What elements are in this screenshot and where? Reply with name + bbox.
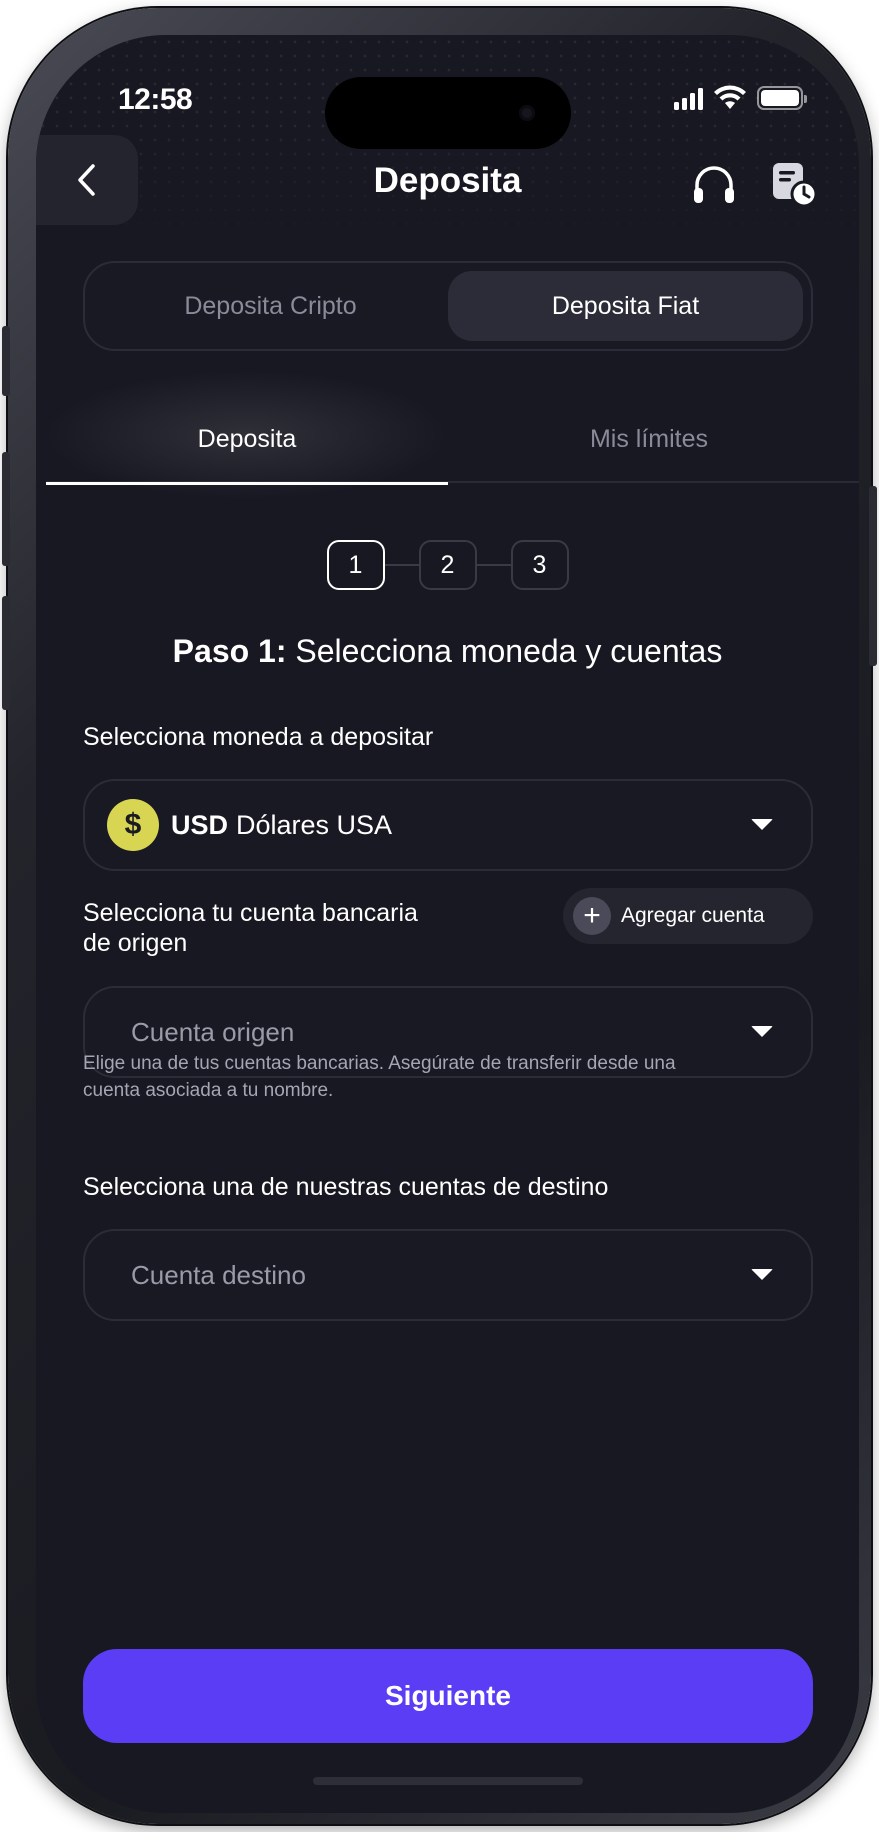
caret-down-icon	[751, 1026, 773, 1037]
destination-account-placeholder: Cuenta destino	[131, 1259, 306, 1290]
wifi-icon	[714, 85, 746, 109]
origin-account-label-line1: Selecciona tu cuenta bancaria	[83, 899, 418, 927]
caret-down-icon	[751, 819, 773, 830]
tab-bar: Deposita Mis límites	[36, 365, 859, 505]
side-button-mute	[2, 326, 10, 396]
step-title: Paso 1: Selecciona moneda y cuentas	[36, 633, 859, 670]
segment-deposita-fiat[interactable]: Deposita Fiat	[448, 271, 803, 341]
dollar-coin-icon: $	[107, 799, 159, 851]
next-button[interactable]: Siguiente	[83, 1649, 813, 1743]
document-clock-icon[interactable]	[771, 161, 817, 207]
deposit-type-segmented-control: Deposita Cripto Deposita Fiat	[83, 261, 813, 351]
destination-account-select[interactable]: Cuenta destino	[83, 1229, 813, 1321]
add-account-label: Agregar cuenta	[621, 904, 765, 927]
battery-icon	[757, 86, 807, 110]
tab-mis-limites[interactable]: Mis límites	[448, 395, 850, 483]
step-1: 1	[326, 540, 385, 590]
segment-deposita-cripto[interactable]: Deposita Cripto	[93, 271, 448, 341]
help-line-2: cuenta asociada a tu nombre.	[83, 1080, 334, 1101]
step-connector	[384, 564, 419, 566]
status-time: 12:58	[118, 83, 193, 116]
app-screen: 12:58 Deposita Deposita Cripto Deposita …	[36, 35, 859, 1813]
currency-label: Selecciona moneda a depositar	[83, 723, 434, 751]
progress-stepper: 1 2 3	[36, 540, 859, 590]
side-button-volume-up	[2, 452, 10, 566]
currency-select[interactable]: $ USD Dólares USA	[83, 779, 813, 871]
destination-account-label: Selecciona una de nuestras cuentas de de…	[83, 1173, 609, 1201]
caret-down-icon	[751, 1269, 773, 1280]
currency-code: USD	[171, 809, 229, 840]
tab-deposita-label: Deposita	[197, 424, 297, 453]
side-button-volume-down	[2, 596, 10, 710]
step-title-prefix: Paso 1:	[172, 633, 287, 669]
cellular-signal-icon	[674, 86, 703, 110]
step-3: 3	[510, 540, 569, 590]
phone-frame: 12:58 Deposita Deposita Cripto Deposita …	[2, 8, 877, 1824]
status-icons	[674, 85, 807, 111]
origin-account-label: Selecciona tu cuenta bancaria de origen	[83, 898, 418, 958]
currency-name: Dólares USA	[236, 809, 393, 840]
tab-deposita[interactable]: Deposita	[36, 365, 466, 505]
add-account-button[interactable]: + Agregar cuenta	[563, 888, 813, 944]
camera-icon	[519, 105, 535, 121]
origin-account-placeholder: Cuenta origen	[131, 1016, 295, 1047]
dynamic-island	[325, 77, 571, 149]
home-indicator[interactable]	[313, 1777, 583, 1785]
step-connector	[476, 564, 511, 566]
headset-icon[interactable]	[691, 163, 737, 209]
origin-account-label-line2: de origen	[83, 929, 188, 957]
tab-active-indicator	[46, 482, 448, 485]
side-button-power	[869, 486, 877, 666]
step-title-text: Selecciona moneda y cuentas	[286, 633, 723, 669]
origin-account-help-text: Elige una de tus cuentas bancarias. Aseg…	[83, 1050, 803, 1104]
plus-icon: +	[573, 897, 611, 935]
step-2: 2	[418, 540, 477, 590]
tab-mis-limites-label: Mis límites	[589, 424, 709, 453]
help-line-1: Elige una de tus cuentas bancarias. Aseg…	[83, 1053, 676, 1074]
